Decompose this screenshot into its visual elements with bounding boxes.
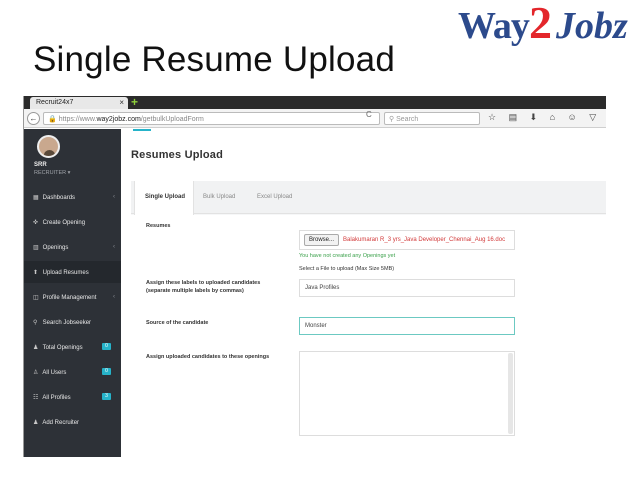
profile-icon: ◫	[33, 295, 39, 301]
sidebar-item-total-openings[interactable]: ♟ Total Openings 0	[24, 336, 121, 358]
accent-strip	[133, 129, 151, 131]
sidebar-item-label: Create Opening	[42, 220, 86, 226]
user-name: SRR	[34, 162, 47, 168]
single-upload-form: Resumes Browse... Balakumaran R_3 yrs_Ja…	[131, 215, 606, 457]
logo-text-way: Way	[458, 5, 530, 47]
browser-window: Recruit24x7 × + ← 🔒 https://www.way2jobz.…	[23, 96, 606, 457]
scrollbar[interactable]	[508, 353, 513, 434]
chevron-left-icon: ‹	[113, 194, 115, 200]
sidebar-item-label: All Users	[42, 370, 67, 376]
tab-excel-upload[interactable]: Excel Upload	[257, 194, 292, 200]
new-tab-icon[interactable]: +	[131, 96, 138, 108]
count-badge: 3	[102, 393, 111, 400]
sidebar-item-create-opening[interactable]: ✜ Create Opening	[24, 211, 121, 233]
upload-tabs: Single Upload Bulk Upload Excel Upload	[131, 181, 606, 215]
slide-title: Single Resume Upload	[33, 40, 395, 79]
browser-search-input[interactable]: ⚲ Search	[384, 112, 480, 125]
reload-icon[interactable]: C	[366, 110, 372, 119]
upload-card: Single Upload Bulk Upload Excel Upload R…	[131, 181, 606, 457]
source-input[interactable]: Monster	[299, 317, 515, 335]
browser-nav-bar: ← 🔒 https://www.way2jobz.com/getbulkUploa…	[24, 109, 606, 128]
profiles-icon: ☷	[33, 395, 39, 401]
no-openings-message: You have not created any Openings yet	[299, 253, 396, 259]
dashboard-icon: ▦	[33, 195, 39, 201]
tab-single-upload[interactable]: Single Upload	[134, 181, 194, 215]
openings-label: Assign uploaded candidates to these open…	[146, 354, 270, 360]
users-icon: ♙	[33, 370, 39, 376]
chevron-left-icon: ‹	[113, 244, 115, 250]
sidebar-item-profile-management[interactable]: ◫ Profile Management ‹	[24, 286, 121, 308]
app-sidebar: SRR RECRUITER ▾ ▦ Dashboards ‹ ✜ Create …	[24, 129, 121, 457]
labels-input[interactable]: Java Profiles	[299, 279, 515, 297]
count-badge: 0	[102, 343, 111, 350]
sidebar-item-openings[interactable]: ▥ Openings ‹	[24, 236, 121, 258]
bar-chart-icon: ▥	[33, 245, 39, 251]
create-icon: ✜	[33, 220, 39, 226]
sidebar-item-all-users[interactable]: ♙ All Users 0	[24, 361, 121, 383]
labels-field-label: Assign these labels to uploaded candidat…	[146, 279, 260, 295]
url-path: /getbulkUploadForm	[140, 116, 204, 123]
browser-tab-bar: Recruit24x7 × +	[24, 96, 606, 109]
browser-toolbar-icons[interactable]: ☆ ▤ ⬇ ⌂ ☺ ▽ ⚙	[488, 112, 606, 123]
logo-text-2: 2	[529, 0, 552, 48]
back-arrow-icon[interactable]: ←	[27, 112, 40, 125]
resumes-label: Resumes	[146, 223, 171, 229]
way2jobz-logo: Way 2 Jobz	[458, 0, 636, 50]
browser-tab[interactable]: Recruit24x7 ×	[30, 97, 128, 109]
file-input[interactable]: Browse... Balakumaran R_3 yrs_Java Devel…	[299, 230, 515, 250]
url-prefix: https://www.	[58, 116, 97, 123]
sidebar-item-label: Upload Resumes	[42, 270, 89, 276]
lock-icon: 🔒	[48, 116, 57, 123]
chevron-left-icon: ‹	[113, 294, 115, 300]
sidebar-item-label: Total Openings	[42, 345, 83, 351]
labels-label-line2: (separate multiple labels by commas)	[146, 288, 244, 294]
openings-select-box[interactable]	[299, 351, 515, 436]
browse-button[interactable]: Browse...	[304, 234, 339, 246]
page-title: Resumes Upload	[131, 149, 224, 161]
tab-bulk-upload[interactable]: Bulk Upload	[203, 194, 235, 200]
upload-icon: ⬆	[33, 270, 39, 276]
presentation-slide: Single Resume Upload Way 2 Jobz Recruit2…	[0, 0, 638, 479]
avatar[interactable]	[37, 135, 60, 158]
main-content: Resumes Upload Single Upload Bulk Upload…	[121, 129, 606, 457]
address-bar[interactable]: 🔒 https://www.way2jobz.com/getbulkUploadF…	[43, 112, 380, 125]
sidebar-item-add-recruiter[interactable]: ♟ Add Recruiter	[24, 411, 121, 433]
source-label: Source of the candidate	[146, 320, 209, 326]
search-placeholder: Search	[396, 116, 419, 123]
sidebar-item-all-profiles[interactable]: ☷ All Profiles 3	[24, 386, 121, 408]
file-size-note: Select a File to upload (Max Size 5MB)	[299, 266, 395, 272]
selected-file-name: Balakumaran R_3 yrs_Java Developer_Chenn…	[343, 237, 506, 243]
logo-text-jobz: Jobz	[556, 5, 628, 47]
user-icon: ♟	[33, 345, 39, 351]
sidebar-item-search-jobseeker[interactable]: ⚲ Search Jobseeker	[24, 311, 121, 333]
user-role-dropdown[interactable]: RECRUITER ▾	[34, 170, 70, 176]
tab-title: Recruit24x7	[36, 99, 74, 106]
sidebar-item-label: Search Jobseeker	[42, 320, 92, 326]
sidebar-item-label: Openings	[42, 245, 69, 251]
sidebar-item-label: All Profiles	[42, 395, 71, 401]
count-badge: 0	[102, 368, 111, 375]
sidebar-item-label: Profile Management	[42, 295, 97, 301]
sidebar-item-label: Dashboards	[42, 195, 76, 201]
sidebar-item-upload-resumes[interactable]: ⬆ Upload Resumes	[24, 261, 121, 283]
url-host: way2jobz.com	[96, 116, 141, 123]
sidebar-item-dashboards[interactable]: ▦ Dashboards ‹	[24, 186, 121, 208]
search-icon: ⚲	[33, 320, 38, 326]
labels-label-line1: Assign these labels to uploaded candidat…	[146, 280, 261, 286]
sidebar-item-label: Add Recruiter	[42, 420, 80, 426]
add-user-icon: ♟	[33, 420, 39, 426]
close-tab-icon[interactable]: ×	[119, 98, 124, 107]
